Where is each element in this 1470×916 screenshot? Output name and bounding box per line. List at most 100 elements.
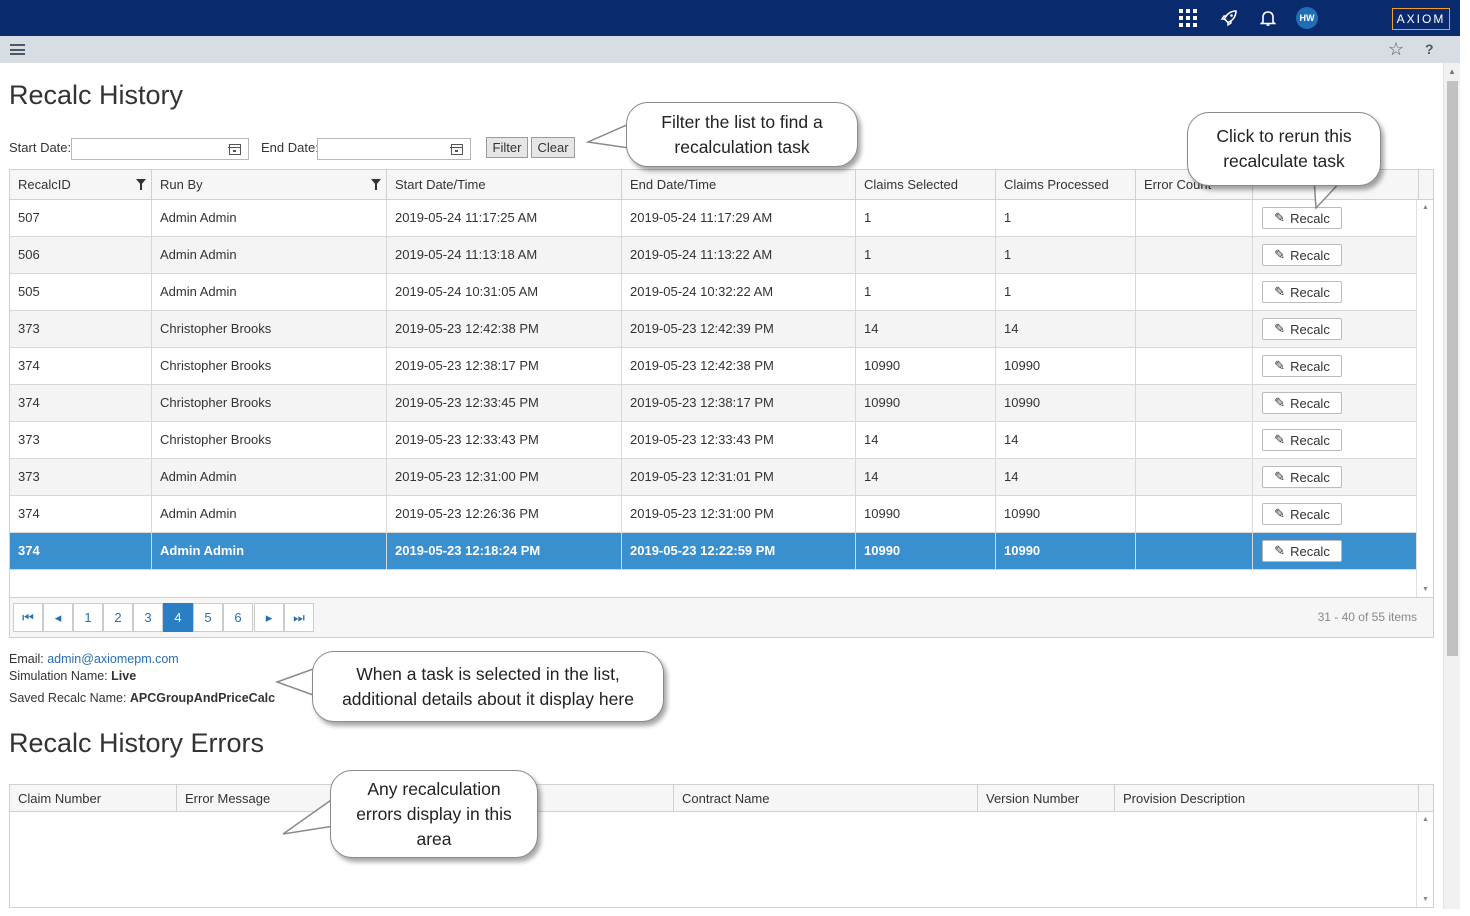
column-header-claim-number[interactable]: Claim Number <box>10 785 177 812</box>
start-date-input[interactable] <box>71 138 222 160</box>
run-by-filter-icon[interactable] <box>371 179 381 190</box>
column-header-label: Claims Processed <box>1004 177 1109 192</box>
first-page-icon[interactable]: ⏮ <box>13 603 43 632</box>
cell-start-date: 2019-05-24 10:31:05 AM <box>387 274 622 311</box>
column-header-provision-description[interactable]: Provision Description <box>1115 785 1419 812</box>
page-number-button[interactable]: 2 <box>103 603 133 632</box>
recalc-button[interactable]: ✎ Recalc <box>1262 503 1342 525</box>
page-number-button[interactable]: 1 <box>73 603 103 632</box>
column-header-run-by[interactable]: Run By <box>152 170 387 200</box>
grid-scrollbar[interactable]: ▲ ▼ <box>1416 200 1433 597</box>
rocket-icon[interactable] <box>1218 7 1240 29</box>
prev-page-icon[interactable]: ◂ <box>43 603 73 632</box>
pencil-icon: ✎ <box>1274 506 1286 521</box>
errors-grid-scrollbar[interactable]: ▲ ▼ <box>1416 812 1433 907</box>
end-date-label: End Date: <box>261 140 319 155</box>
column-header-label: Version Number <box>986 791 1080 806</box>
help-icon[interactable]: ? <box>1425 41 1434 57</box>
favorite-star-icon[interactable]: ☆ <box>1388 39 1404 60</box>
cell-start-date: 2019-05-23 12:38:17 PM <box>387 348 622 385</box>
column-header-claims-processed[interactable]: Claims Processed <box>996 170 1136 200</box>
simulation-value: Live <box>111 669 137 683</box>
recalc-button[interactable]: ✎ Recalc <box>1262 540 1342 562</box>
filter-button[interactable]: Filter <box>486 137 528 158</box>
pencil-icon: ✎ <box>1274 543 1286 558</box>
cell-recalcid: 507 <box>10 200 152 237</box>
cell-start-date: 2019-05-23 12:33:43 PM <box>387 422 622 459</box>
page-number-button[interactable]: 5 <box>193 603 223 632</box>
table-row[interactable]: 374 Christopher Brooks 2019-05-23 12:38:17… <box>10 348 1416 385</box>
pencil-icon: ✎ <box>1274 469 1286 484</box>
cell-start-date: 2019-05-23 12:42:38 PM <box>387 311 622 348</box>
cell-error-count <box>1136 533 1253 570</box>
detail-simulation: Simulation Name: Live <box>9 669 136 683</box>
recalc-button[interactable]: ✎ Recalc <box>1262 429 1342 451</box>
cell-run-by: Christopher Brooks <box>152 422 387 459</box>
column-header-label: Start Date/Time <box>395 177 486 192</box>
cell-end-date: 2019-05-23 12:31:00 PM <box>622 496 856 533</box>
page-number-button[interactable]: 6 <box>223 603 253 632</box>
column-header-end-date[interactable]: End Date/Time <box>622 170 856 200</box>
recalc-button[interactable]: ✎ Recalc <box>1262 318 1342 340</box>
cell-claims-processed: 10990 <box>996 348 1136 385</box>
table-row[interactable]: 373 Christopher Brooks 2019-05-23 12:42:38… <box>10 311 1416 348</box>
page-scrollbar[interactable]: ▲ <box>1443 63 1460 909</box>
last-page-icon[interactable]: ⏭ <box>284 603 314 632</box>
column-header-label: Claims Selected <box>864 177 958 192</box>
clear-button[interactable]: Clear <box>531 137 575 158</box>
column-header-contract-name[interactable]: Contract Name <box>674 785 978 812</box>
cell-recalcid: 373 <box>10 459 152 496</box>
table-row[interactable]: 373 Admin Admin 2019-05-23 12:31:00 PM 2019… <box>10 459 1416 496</box>
end-date-input[interactable] <box>317 138 444 160</box>
end-date-calendar-icon[interactable] <box>443 138 471 160</box>
table-row[interactable]: 373 Christopher Brooks 2019-05-23 12:33:43… <box>10 422 1416 459</box>
column-header-label: Provision Description <box>1123 791 1246 806</box>
column-header-start-date[interactable]: Start Date/Time <box>387 170 622 200</box>
cell-claims-selected: 10990 <box>856 385 996 422</box>
next-page-icon[interactable]: ▸ <box>254 603 284 632</box>
cell-recalcid: 374 <box>10 348 152 385</box>
cell-end-date: 2019-05-23 12:22:59 PM <box>622 533 856 570</box>
recalc-button[interactable]: ✎ Recalc <box>1262 355 1342 377</box>
cell-claims-processed: 1 <box>996 274 1136 311</box>
page-scrollbar-thumb[interactable] <box>1447 81 1458 656</box>
sub-toolbar: ☆ ? <box>0 36 1460 63</box>
errors-section-title: Recalc History Errors <box>9 728 265 758</box>
detail-email: Email: admin@axiomepm.com <box>9 652 179 666</box>
cell-end-date: 2019-05-23 12:33:43 PM <box>622 422 856 459</box>
cell-recalcid: 374 <box>10 385 152 422</box>
cell-start-date: 2019-05-23 12:18:24 PM <box>387 533 622 570</box>
pencil-icon: ✎ <box>1274 210 1286 225</box>
column-header-version-number[interactable]: Version Number <box>978 785 1115 812</box>
start-date-calendar-icon[interactable] <box>221 138 249 160</box>
recalc-button[interactable]: ✎ Recalc <box>1262 281 1342 303</box>
hamburger-menu-icon[interactable] <box>10 44 25 55</box>
email-link[interactable]: admin@axiomepm.com <box>47 652 178 666</box>
recalc-button[interactable]: ✎ Recalc <box>1262 466 1342 488</box>
table-row[interactable]: 374 Admin Admin 2019-05-23 12:18:24 PM 2019… <box>10 533 1416 570</box>
recalcid-filter-icon[interactable] <box>136 179 146 190</box>
cell-end-date: 2019-05-24 11:13:22 AM <box>622 237 856 274</box>
table-row[interactable]: 374 Admin Admin 2019-05-23 12:26:36 PM 2019… <box>10 496 1416 533</box>
cell-claims-selected: 1 <box>856 274 996 311</box>
table-row[interactable]: 505 Admin Admin 2019-05-24 10:31:05 AM 2019… <box>10 274 1416 311</box>
column-header-recalcid[interactable]: RecalcID <box>10 170 152 200</box>
table-row[interactable]: 506 Admin Admin 2019-05-24 11:13:18 AM 2019… <box>10 237 1416 274</box>
page-number-button[interactable]: 3 <box>133 603 163 632</box>
recalc-button-label: Recalc <box>1290 543 1330 559</box>
table-row[interactable]: 507 Admin Admin 2019-05-24 11:17:25 AM 2019… <box>10 200 1416 237</box>
cell-run-by: Christopher Brooks <box>152 311 387 348</box>
user-avatar[interactable]: HW <box>1296 7 1318 29</box>
app-grid-icon[interactable] <box>1179 9 1197 27</box>
page-number-button[interactable]: 4 <box>163 603 193 632</box>
column-header-claims-selected[interactable]: Claims Selected <box>856 170 996 200</box>
table-row[interactable]: 374 Christopher Brooks 2019-05-23 12:33:45… <box>10 385 1416 422</box>
cell-claims-processed: 1 <box>996 200 1136 237</box>
notifications-bell-icon[interactable] <box>1257 7 1279 29</box>
filter-callout: Filter the list to find a recalculation … <box>626 102 858 167</box>
cell-recalcid: 374 <box>10 533 152 570</box>
recalc-button[interactable]: ✎ Recalc <box>1262 392 1342 414</box>
cell-claims-selected: 10990 <box>856 533 996 570</box>
recalc-button[interactable]: ✎ Recalc <box>1262 244 1342 266</box>
pencil-icon: ✎ <box>1274 247 1286 262</box>
